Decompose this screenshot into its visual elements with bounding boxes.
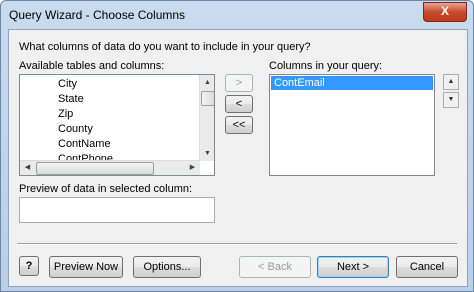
available-column-item[interactable]: County: [20, 122, 214, 137]
query-wizard-window: Query Wizard - Choose Columns X What col…: [0, 0, 474, 292]
move-down-icon[interactable]: ▼: [443, 92, 459, 108]
scroll-down-icon[interactable]: ▼: [200, 146, 214, 161]
available-columns-label: Available tables and columns:: [19, 60, 165, 72]
window-title: Query Wizard - Choose Columns: [9, 8, 186, 22]
preview-field[interactable]: [19, 197, 215, 223]
scroll-up-icon[interactable]: ▲: [200, 75, 214, 90]
available-items: City State Zip County ContName ContPhone: [20, 75, 214, 167]
help-icon: ?: [25, 260, 33, 272]
query-columns-list[interactable]: ContEmail: [269, 74, 435, 176]
add-column-button[interactable]: >: [225, 74, 253, 92]
back-button[interactable]: < Back: [239, 256, 311, 278]
help-button[interactable]: ?: [19, 256, 39, 276]
remove-all-columns-button[interactable]: <<: [225, 116, 253, 134]
scroll-right-icon[interactable]: ▶: [185, 161, 200, 175]
scroll-left-icon[interactable]: ◀: [20, 161, 35, 175]
options-button[interactable]: Options...: [133, 256, 201, 278]
remove-column-button[interactable]: <: [225, 95, 253, 113]
move-up-icon[interactable]: ▲: [443, 74, 459, 90]
available-column-item[interactable]: City: [20, 77, 214, 92]
cancel-button[interactable]: Cancel: [396, 256, 458, 278]
preview-label: Preview of data in selected column:: [19, 183, 193, 195]
next-button[interactable]: Next >: [317, 256, 389, 278]
available-columns-list[interactable]: City State Zip County ContName ContPhone ▲ ▼ …: [19, 74, 215, 176]
horizontal-scroll-thumb[interactable]: [36, 162, 154, 175]
query-columns-label: Columns in your query:: [269, 60, 383, 72]
title-bar[interactable]: Query Wizard - Choose Columns X: [1, 1, 473, 29]
preview-now-button[interactable]: Preview Now: [49, 256, 123, 278]
scroll-thumb[interactable]: [201, 91, 214, 106]
available-column-item[interactable]: Zip: [20, 107, 214, 122]
query-column-item[interactable]: ContEmail: [271, 76, 433, 90]
dialog-body: What columns of data do you want to incl…: [8, 29, 468, 287]
close-button[interactable]: X: [423, 2, 467, 22]
columns-prompt: What columns of data do you want to incl…: [19, 41, 311, 53]
separator: [17, 243, 457, 245]
available-vertical-scrollbar[interactable]: ▲ ▼: [199, 75, 214, 161]
available-horizontal-scrollbar[interactable]: ◀ ▶: [20, 160, 200, 175]
available-column-item[interactable]: State: [20, 92, 214, 107]
available-column-item[interactable]: ContName: [20, 137, 214, 152]
